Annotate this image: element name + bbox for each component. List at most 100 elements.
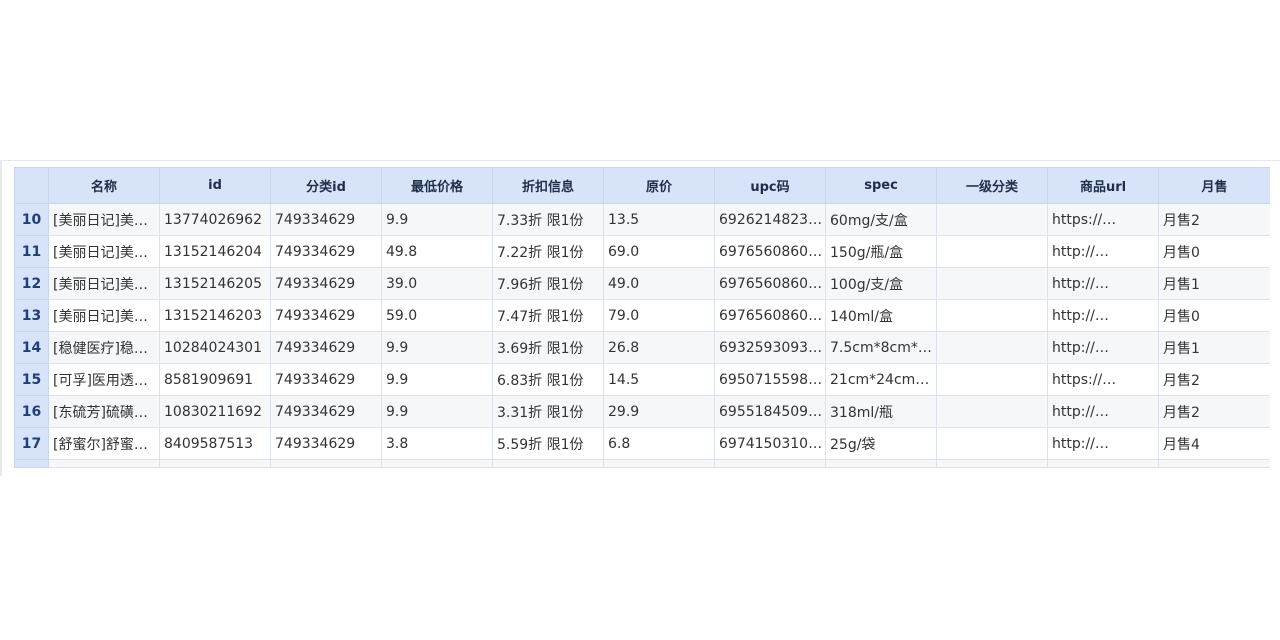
column-header-name[interactable]: 名称 bbox=[48, 167, 160, 204]
cell-discount[interactable]: 3.31折 限1份 bbox=[492, 395, 604, 428]
table-row[interactable]: 11 [美丽日记]美… 13152146204 749334629 49.8 7… bbox=[14, 235, 1270, 268]
cell-id[interactable]: 10284024301 bbox=[159, 331, 271, 364]
column-header-min-price[interactable]: 最低价格 bbox=[381, 167, 493, 204]
cell-level1-category[interactable] bbox=[936, 331, 1048, 364]
row-number[interactable]: 14 bbox=[14, 331, 49, 364]
table-row[interactable]: 12 [美丽日记]美… 13152146205 749334629 39.0 7… bbox=[14, 267, 1270, 300]
cell-category-id[interactable]: 749334629 bbox=[270, 395, 382, 428]
row-number[interactable]: 13 bbox=[14, 299, 49, 332]
cell-discount[interactable]: 7.96折 限1份 bbox=[492, 267, 604, 300]
cell-spec[interactable]: 318ml/瓶 bbox=[825, 395, 937, 428]
cell-min-price[interactable]: 3.8 bbox=[381, 427, 493, 460]
cell-name[interactable]: [美丽日记]美… bbox=[48, 299, 160, 332]
cell-upc[interactable]: 6976560860… bbox=[714, 299, 826, 332]
row-number[interactable]: 16 bbox=[14, 395, 49, 428]
cell-original-price[interactable]: 13.5 bbox=[603, 203, 715, 236]
cell-name[interactable]: [美丽日记]美… bbox=[48, 203, 160, 236]
cell-name[interactable]: [美丽日记]美… bbox=[48, 267, 160, 300]
column-header-original-price[interactable]: 原价 bbox=[603, 167, 715, 204]
data-grid[interactable]: 名称 id 分类id 最低价格 折扣信息 原价 upc码 spec 一级分类 商… bbox=[14, 167, 1270, 476]
cell-monthly-sales[interactable]: 月售1 bbox=[1158, 267, 1270, 300]
cell-product-url[interactable]: http://… bbox=[1047, 395, 1159, 428]
cell-monthly-sales[interactable]: 月售0 bbox=[1158, 299, 1270, 332]
cell-spec[interactable]: 150g/瓶/盒 bbox=[825, 235, 937, 268]
row-number[interactable]: 15 bbox=[14, 363, 49, 396]
cell-name[interactable]: [可孚]医用透… bbox=[48, 363, 160, 396]
table-row[interactable]: 10 [美丽日记]美… 13774026962 749334629 9.9 7.… bbox=[14, 203, 1270, 236]
cell-min-price[interactable]: 49.8 bbox=[381, 235, 493, 268]
cell-original-price[interactable]: 79.0 bbox=[603, 299, 715, 332]
cell-category-id[interactable]: 749334629 bbox=[270, 203, 382, 236]
cell-monthly-sales[interactable]: 月售4 bbox=[1158, 427, 1270, 460]
cell-category-id[interactable]: 749334629 bbox=[270, 427, 382, 460]
cell-original-price[interactable]: 26.8 bbox=[603, 331, 715, 364]
cell-product-url[interactable]: http://… bbox=[1047, 299, 1159, 332]
cell-monthly-sales[interactable]: 月售2 bbox=[1158, 395, 1270, 428]
column-header-upc[interactable]: upc码 bbox=[714, 167, 826, 204]
cell-id[interactable]: 13152146204 bbox=[159, 235, 271, 268]
cell-product-url[interactable]: https://… bbox=[1047, 203, 1159, 236]
row-number[interactable]: 10 bbox=[14, 203, 49, 236]
cell-spec[interactable]: 60mg/支/盒 bbox=[825, 203, 937, 236]
cell-monthly-sales[interactable]: 月售2 bbox=[1158, 203, 1270, 236]
cell-category-id[interactable]: 749334629 bbox=[270, 235, 382, 268]
cell-id[interactable]: 10830211692 bbox=[159, 395, 271, 428]
column-header-spec[interactable]: spec bbox=[825, 167, 937, 204]
cell-level1-category[interactable] bbox=[936, 235, 1048, 268]
cell-level1-category[interactable] bbox=[936, 299, 1048, 332]
cell-level1-category[interactable] bbox=[936, 267, 1048, 300]
cell-upc[interactable]: 6926214823… bbox=[714, 203, 826, 236]
cell-discount[interactable]: 7.33折 限1份 bbox=[492, 203, 604, 236]
cell-discount[interactable]: 6.83折 限1份 bbox=[492, 363, 604, 396]
row-number[interactable]: 17 bbox=[14, 427, 49, 460]
cell-category-id[interactable]: 749334629 bbox=[270, 331, 382, 364]
cell-level1-category[interactable] bbox=[936, 203, 1048, 236]
cell-original-price[interactable]: 14.5 bbox=[603, 363, 715, 396]
cell-name[interactable]: [稳健医疗]稳… bbox=[48, 331, 160, 364]
table-row[interactable]: 14 [稳健医疗]稳… 10284024301 749334629 9.9 3.… bbox=[14, 331, 1270, 364]
cell-name[interactable]: [舒蜜尔]舒蜜… bbox=[48, 427, 160, 460]
cell-discount[interactable]: 5.59折 限1份 bbox=[492, 427, 604, 460]
cell-level1-category[interactable] bbox=[936, 427, 1048, 460]
cell-level1-category[interactable] bbox=[936, 363, 1048, 396]
cell-category-id[interactable]: 749334629 bbox=[270, 363, 382, 396]
table-row[interactable]: 16 [东硫芳]硫磺… 10830211692 749334629 9.9 3.… bbox=[14, 395, 1270, 428]
cell-min-price[interactable]: 9.9 bbox=[381, 395, 493, 428]
cell-original-price[interactable]: 69.0 bbox=[603, 235, 715, 268]
corner-cell[interactable] bbox=[14, 167, 49, 204]
cell-original-price[interactable]: 29.9 bbox=[603, 395, 715, 428]
column-header-discount[interactable]: 折扣信息 bbox=[492, 167, 604, 204]
cell-spec[interactable]: 100g/支/盒 bbox=[825, 267, 937, 300]
table-row[interactable]: 17 [舒蜜尔]舒蜜… 8409587513 749334629 3.8 5.5… bbox=[14, 427, 1270, 460]
column-header-category-id[interactable]: 分类id bbox=[270, 167, 382, 204]
cell-product-url[interactable]: http://… bbox=[1047, 427, 1159, 460]
cell-id[interactable]: 13774026962 bbox=[159, 203, 271, 236]
cell-monthly-sales[interactable]: 月售0 bbox=[1158, 235, 1270, 268]
cell-upc[interactable]: 6976560860… bbox=[714, 267, 826, 300]
cell-name[interactable]: [东硫芳]硫磺… bbox=[48, 395, 160, 428]
column-header-product-url[interactable]: 商品url bbox=[1047, 167, 1159, 204]
cell-monthly-sales[interactable]: 月售1 bbox=[1158, 331, 1270, 364]
cell-id[interactable]: 13152146203 bbox=[159, 299, 271, 332]
cell-category-id[interactable]: 749334629 bbox=[270, 267, 382, 300]
cell-discount[interactable]: 7.47折 限1份 bbox=[492, 299, 604, 332]
cell-upc[interactable]: 6955184509… bbox=[714, 395, 826, 428]
cell-id[interactable]: 8409587513 bbox=[159, 427, 271, 460]
cell-category-id[interactable]: 749334629 bbox=[270, 299, 382, 332]
cell-level1-category[interactable] bbox=[936, 395, 1048, 428]
cell-spec[interactable]: 140ml/盒 bbox=[825, 299, 937, 332]
cell-min-price[interactable]: 39.0 bbox=[381, 267, 493, 300]
cell-spec[interactable]: 25g/袋 bbox=[825, 427, 937, 460]
cell-upc[interactable]: 6976560860… bbox=[714, 235, 826, 268]
cell-product-url[interactable]: http://… bbox=[1047, 331, 1159, 364]
column-header-id[interactable]: id bbox=[159, 167, 271, 204]
cell-original-price[interactable]: 6.8 bbox=[603, 427, 715, 460]
cell-discount[interactable]: 3.69折 限1份 bbox=[492, 331, 604, 364]
cell-min-price[interactable]: 9.9 bbox=[381, 203, 493, 236]
cell-product-url[interactable]: https://… bbox=[1047, 363, 1159, 396]
cell-upc[interactable]: 6932593093… bbox=[714, 331, 826, 364]
cell-id[interactable]: 8581909691 bbox=[159, 363, 271, 396]
cell-min-price[interactable]: 59.0 bbox=[381, 299, 493, 332]
cell-monthly-sales[interactable]: 月售2 bbox=[1158, 363, 1270, 396]
cell-name[interactable]: [美丽日记]美… bbox=[48, 235, 160, 268]
